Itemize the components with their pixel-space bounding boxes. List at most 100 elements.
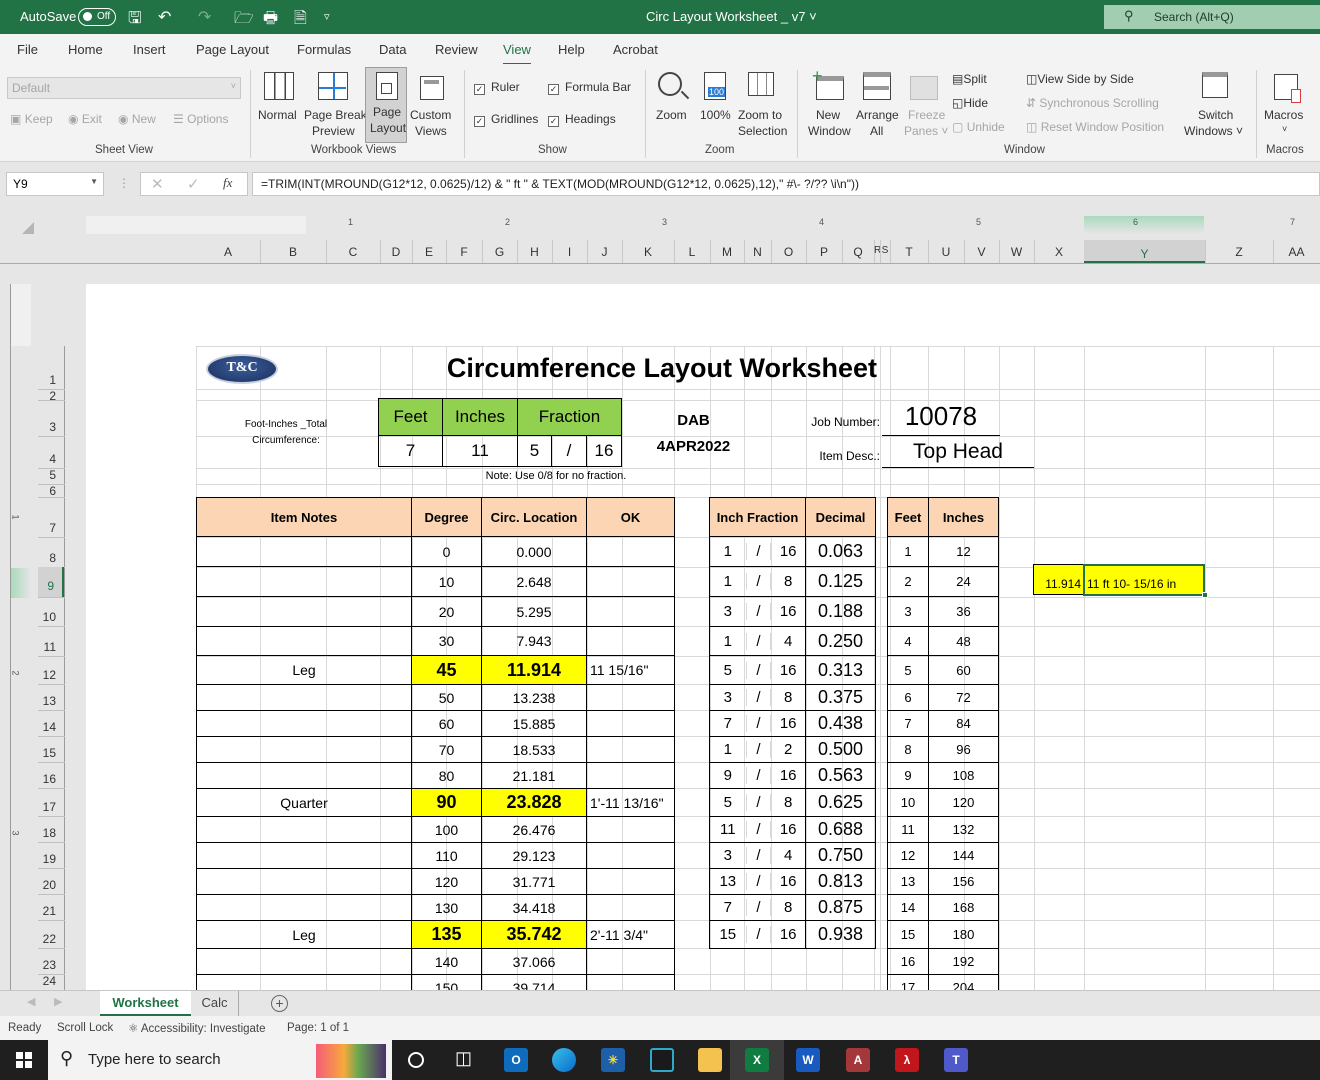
- degree-cell[interactable]: 120: [411, 868, 482, 895]
- column-header-v[interactable]: V: [964, 245, 999, 259]
- row-header-18[interactable]: 18: [43, 826, 56, 840]
- app-icon[interactable]: [650, 1048, 674, 1072]
- taskbar-search[interactable]: ⚲ Type here to search: [48, 1040, 392, 1080]
- item-note-cell[interactable]: [196, 816, 412, 843]
- column-header-i[interactable]: I: [552, 245, 587, 259]
- tab-review[interactable]: Review: [435, 42, 478, 57]
- column-header-e[interactable]: E: [412, 245, 446, 259]
- item-note-cell[interactable]: [196, 626, 412, 656]
- column-header-l[interactable]: L: [674, 245, 710, 259]
- autosave-toggle[interactable]: Off: [78, 8, 116, 26]
- zoom-100-button[interactable]: 100 100%: [698, 68, 734, 140]
- row-divider[interactable]: [38, 684, 65, 685]
- column-header-aa[interactable]: AA: [1273, 245, 1320, 259]
- excel-icon[interactable]: X: [745, 1048, 769, 1072]
- row-divider[interactable]: [38, 626, 65, 627]
- cell-y9-selected[interactable]: 11 ft 10- 15/16 in: [1083, 564, 1205, 596]
- ok-cell[interactable]: [586, 894, 675, 921]
- row-divider[interactable]: [38, 762, 65, 763]
- job-number-value[interactable]: 10078: [882, 398, 1000, 436]
- select-all-button[interactable]: [22, 222, 34, 234]
- item-note-cell[interactable]: [196, 868, 412, 895]
- cell-x9[interactable]: 11.914: [1033, 564, 1084, 595]
- sheet-tab-calc[interactable]: Calc: [191, 991, 239, 1016]
- print-preview-icon[interactable]: 🗎: [294, 7, 307, 34]
- inches-input[interactable]: 11: [442, 435, 518, 467]
- gridlines-checkbox[interactable]: ✓ Gridlines: [474, 112, 538, 127]
- degree-cell[interactable]: 50: [411, 684, 482, 711]
- item-note-cell[interactable]: [196, 842, 412, 869]
- name-box[interactable]: Y9 ▼: [6, 172, 104, 196]
- tab-data[interactable]: Data: [379, 42, 406, 57]
- column-header-g[interactable]: G: [482, 245, 517, 259]
- item-note-cell[interactable]: [196, 762, 412, 789]
- degree-cell[interactable]: 90: [411, 788, 482, 817]
- headings-checkbox[interactable]: ✓ Headings: [548, 112, 616, 127]
- add-sheet-button[interactable]: +: [271, 995, 288, 1012]
- row-header-21[interactable]: 21: [43, 904, 56, 918]
- ruler-checkbox[interactable]: ✓ Ruler: [474, 80, 520, 95]
- tab-file[interactable]: File: [17, 42, 38, 57]
- item-note-cell[interactable]: [196, 894, 412, 921]
- task-view-icon[interactable]: ◫: [455, 1048, 472, 1069]
- enter-icon[interactable]: ✓: [187, 175, 200, 193]
- row-divider[interactable]: [38, 788, 65, 789]
- view-side-by-side-button[interactable]: ◫View Side by Side: [1026, 72, 1134, 86]
- ok-cell[interactable]: 2'-11 3/4": [586, 920, 675, 949]
- keep-button[interactable]: ▣ Keep: [10, 112, 53, 126]
- column-header-o[interactable]: O: [771, 245, 806, 259]
- column-header-j[interactable]: J: [587, 245, 622, 259]
- row-header-1[interactable]: 1: [49, 373, 56, 387]
- scroll-left-icon[interactable]: ◀: [27, 995, 35, 1008]
- row-divider[interactable]: [38, 842, 65, 843]
- row-header-20[interactable]: 20: [43, 878, 56, 892]
- degree-cell[interactable]: 70: [411, 736, 482, 763]
- row-divider[interactable]: [38, 816, 65, 817]
- row-divider[interactable]: [38, 597, 65, 598]
- formula-bar-checkbox[interactable]: ✓ Formula Bar: [548, 80, 631, 95]
- row-header-8[interactable]: 8: [49, 551, 56, 565]
- column-header-t[interactable]: T: [890, 245, 928, 259]
- outlook-icon[interactable]: O: [504, 1048, 528, 1072]
- ok-cell[interactable]: 1'-11 13/16": [586, 788, 675, 817]
- ok-cell[interactable]: 11 15/16": [586, 655, 675, 685]
- row-header-9[interactable]: 9: [38, 567, 64, 597]
- access-icon[interactable]: A: [846, 1048, 870, 1072]
- ok-cell[interactable]: [586, 536, 675, 567]
- edge-icon[interactable]: [552, 1048, 576, 1072]
- exit-button[interactable]: ◉ Exit: [68, 112, 102, 126]
- item-note-cell[interactable]: [196, 948, 412, 975]
- page-layout-view-button[interactable]: Page Layout: [365, 67, 407, 143]
- accessibility-status[interactable]: ⚛ Accessibility: Investigate: [128, 1021, 266, 1035]
- macros-button[interactable]: Macros ˅: [1262, 68, 1310, 140]
- sheet-view-dropdown[interactable]: Default ˅: [7, 77, 241, 99]
- row-header-7[interactable]: 7: [49, 521, 56, 535]
- zoom-button[interactable]: Zoom: [652, 68, 694, 140]
- row-header-23[interactable]: 23: [43, 958, 56, 972]
- insert-function-icon[interactable]: fx: [223, 175, 232, 191]
- row-divider[interactable]: [38, 656, 65, 657]
- item-desc-value[interactable]: Top Head: [882, 436, 1034, 468]
- row-divider[interactable]: [38, 436, 65, 437]
- ok-cell[interactable]: [586, 736, 675, 763]
- degree-cell[interactable]: 45: [411, 655, 482, 685]
- new-window-button[interactable]: + New Window: [806, 66, 852, 140]
- windows-start-icon[interactable]: [16, 1052, 32, 1068]
- row-divider[interactable]: [38, 710, 65, 711]
- column-header-q[interactable]: Q: [842, 245, 874, 259]
- degree-cell[interactable]: 150: [411, 974, 482, 990]
- row-header-22[interactable]: 22: [43, 932, 56, 946]
- row-divider[interactable]: [38, 736, 65, 737]
- print-icon[interactable]: 🖶: [263, 7, 278, 34]
- search-box[interactable]: ⚲ Search (Alt+Q): [1104, 5, 1320, 29]
- column-header-p[interactable]: P: [806, 245, 842, 259]
- degree-cell[interactable]: 20: [411, 596, 482, 627]
- tab-insert[interactable]: Insert: [133, 42, 166, 57]
- split-button[interactable]: ▤Split: [952, 72, 987, 86]
- item-note-cell[interactable]: Leg: [196, 655, 412, 685]
- degree-cell[interactable]: 135: [411, 920, 482, 949]
- tab-page-layout[interactable]: Page Layout: [196, 42, 269, 57]
- row-divider[interactable]: [38, 497, 65, 498]
- column-header-z[interactable]: Z: [1205, 245, 1273, 259]
- ok-cell[interactable]: [586, 948, 675, 975]
